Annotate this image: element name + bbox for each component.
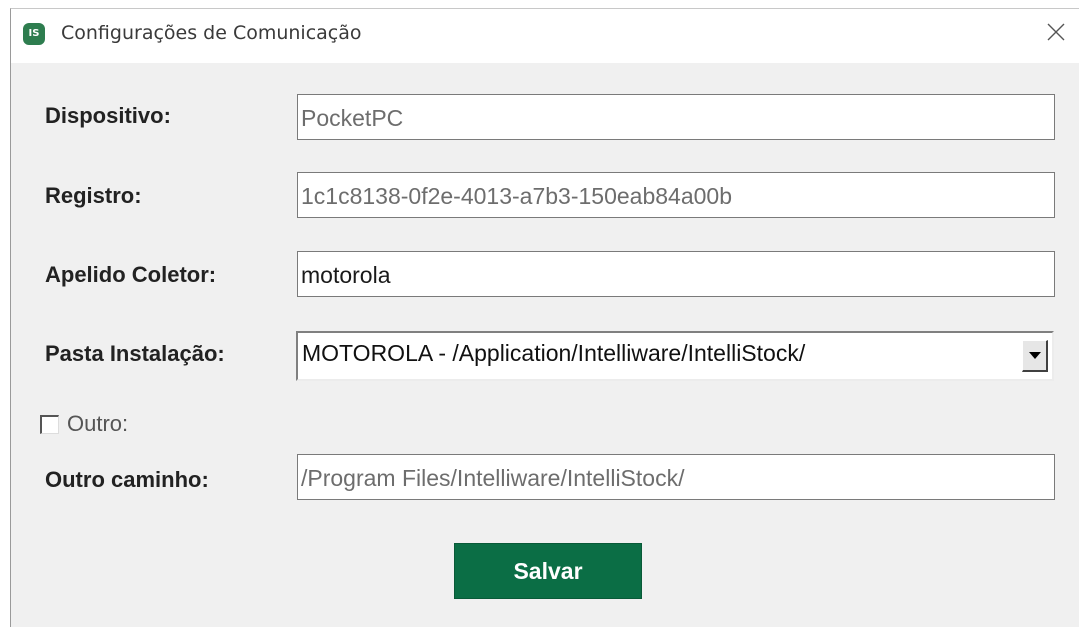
dialog-window: IS Configurações de Comunicação Disposit…	[10, 8, 1079, 627]
other-path-label: Outro caminho:	[45, 467, 209, 492]
device-label: Dispositivo:	[45, 103, 171, 128]
registry-field[interactable]	[297, 172, 1055, 218]
app-logo-icon: IS	[23, 23, 45, 45]
install-folder-select[interactable]: MOTOROLA - /Application/Intelliware/Inte…	[296, 331, 1054, 381]
device-field[interactable]	[297, 94, 1055, 140]
other-checkbox[interactable]	[40, 415, 59, 434]
collector-nickname-field[interactable]	[297, 251, 1055, 297]
other-checkbox-label: Outro:	[67, 411, 129, 436]
close-button[interactable]	[1033, 9, 1079, 55]
collector-nickname-label: Apelido Coletor:	[45, 262, 217, 287]
registry-label: Registro:	[45, 183, 142, 208]
save-button[interactable]: Salvar	[454, 543, 642, 599]
screen: IS Configurações de Comunicação Disposit…	[0, 0, 1079, 627]
title-bar: IS Configurações de Comunicação	[11, 9, 1079, 63]
install-folder-label: Pasta Instalação:	[45, 341, 225, 366]
close-icon	[1047, 23, 1065, 41]
window-title: Configurações de Comunicação	[61, 22, 362, 44]
install-folder-selected-value: MOTOROLA - /Application/Intelliware/Inte…	[302, 340, 806, 366]
dropdown-arrow-icon[interactable]	[1022, 340, 1048, 372]
other-path-field[interactable]	[297, 454, 1055, 500]
